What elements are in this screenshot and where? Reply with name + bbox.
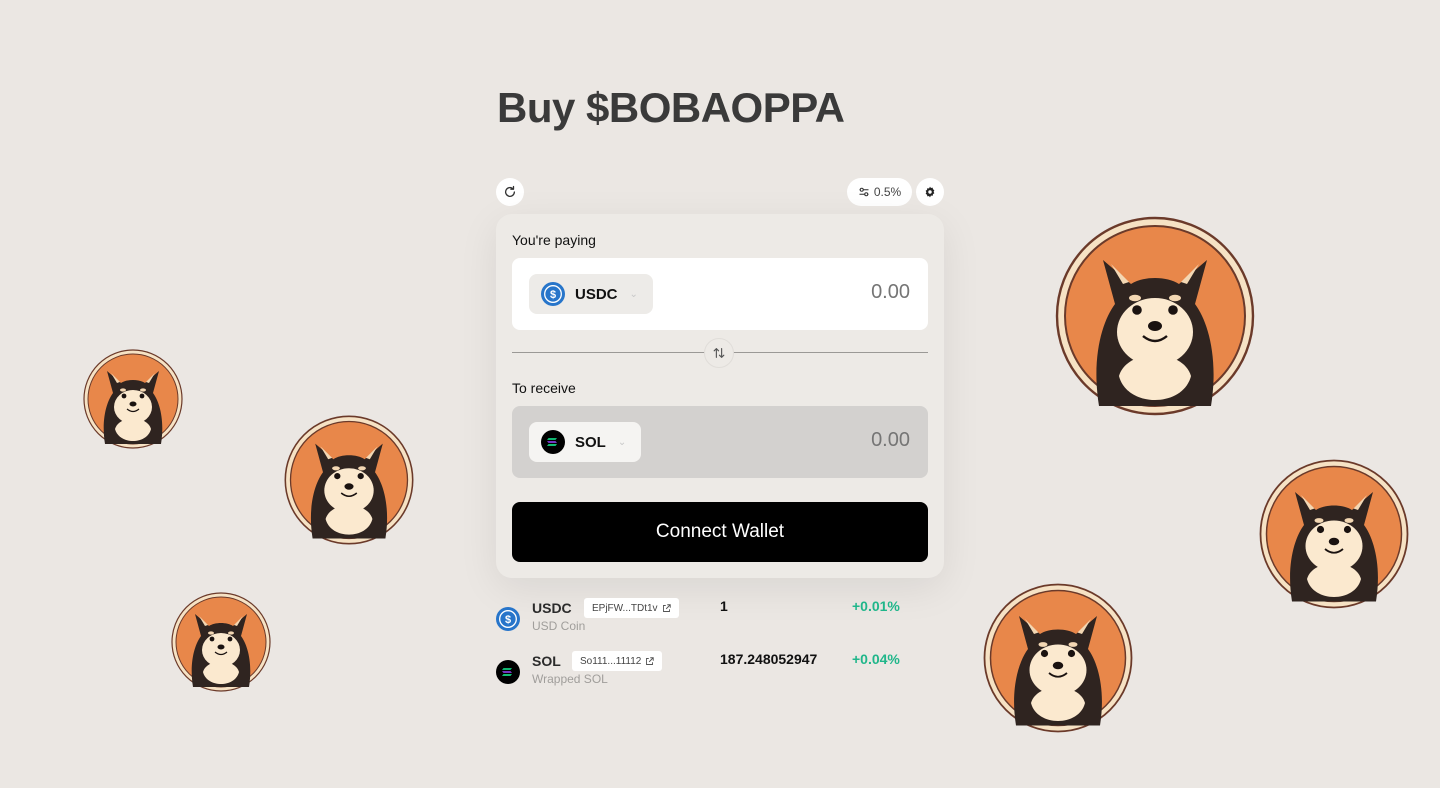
sol-icon: [496, 660, 520, 684]
pay-label: You're paying: [512, 232, 596, 248]
usdc-icon: $: [541, 282, 565, 306]
token-address: So111...11112: [580, 655, 642, 667]
receive-token-symbol: SOL: [575, 433, 606, 451]
receive-amount-input[interactable]: [758, 428, 912, 453]
pay-amount-input[interactable]: [758, 280, 912, 305]
settings-button[interactable]: [916, 178, 944, 206]
external-link-icon: [662, 603, 671, 612]
token-row: $ USDC USD Coin EPjFW...TDt1v 1 +0.01%: [496, 598, 956, 638]
dog-coin-icon: [1259, 459, 1409, 609]
token-name: USD Coin: [532, 619, 586, 633]
gear-icon: [925, 186, 935, 198]
token-name: Wrapped SOL: [532, 672, 608, 686]
token-address: EPjFW...TDt1v: [592, 602, 658, 614]
dog-coin-icon: [83, 349, 183, 449]
token-address-link[interactable]: EPjFW...TDt1v: [584, 598, 679, 618]
pay-token-selector[interactable]: $ USDC ⌄: [529, 274, 653, 314]
dog-coin-icon: [171, 592, 271, 692]
svg-text:$: $: [550, 289, 556, 301]
receive-token-selector[interactable]: SOL ⌄: [529, 422, 641, 462]
refresh-button[interactable]: [496, 178, 524, 206]
token-price: 187.248052947: [720, 651, 818, 667]
token-symbol: SOL: [532, 653, 561, 669]
connect-wallet-button[interactable]: Connect Wallet: [512, 502, 928, 562]
slippage-button[interactable]: 0.5%: [847, 178, 912, 206]
dog-coin-icon: [983, 583, 1133, 733]
token-change: +0.01%: [852, 598, 900, 614]
svg-text:$: $: [505, 614, 511, 626]
chevron-down-icon: ⌄: [617, 436, 627, 448]
token-address-link[interactable]: So111...11112: [572, 651, 663, 671]
receive-label: To receive: [512, 380, 576, 396]
swap-arrows-icon: [713, 348, 725, 358]
pay-token-symbol: USDC: [575, 285, 618, 303]
dog-coin-icon: [1055, 216, 1255, 416]
pay-field: $ USDC ⌄: [512, 258, 928, 330]
dog-coin-icon: [284, 415, 414, 545]
token-symbol: USDC: [532, 600, 572, 616]
receive-field: SOL ⌄: [512, 406, 928, 478]
page-title: Buy $BOBAOPPA: [497, 84, 845, 131]
swap-card: You're paying $ USDC ⌄ To receive: [496, 214, 944, 578]
token-row: SOL Wrapped SOL So111...11112 187.248052…: [496, 651, 956, 691]
token-price: 1: [720, 598, 728, 614]
sol-icon: [541, 430, 565, 454]
chevron-down-icon: ⌄: [629, 288, 638, 300]
usdc-icon: $: [496, 607, 520, 631]
slippage-value: 0.5%: [873, 185, 902, 199]
refresh-icon: [504, 185, 516, 197]
sliders-icon: [859, 187, 869, 197]
token-change: +0.04%: [852, 651, 900, 667]
external-link-icon: [646, 656, 655, 665]
swap-direction-button[interactable]: [704, 338, 734, 368]
